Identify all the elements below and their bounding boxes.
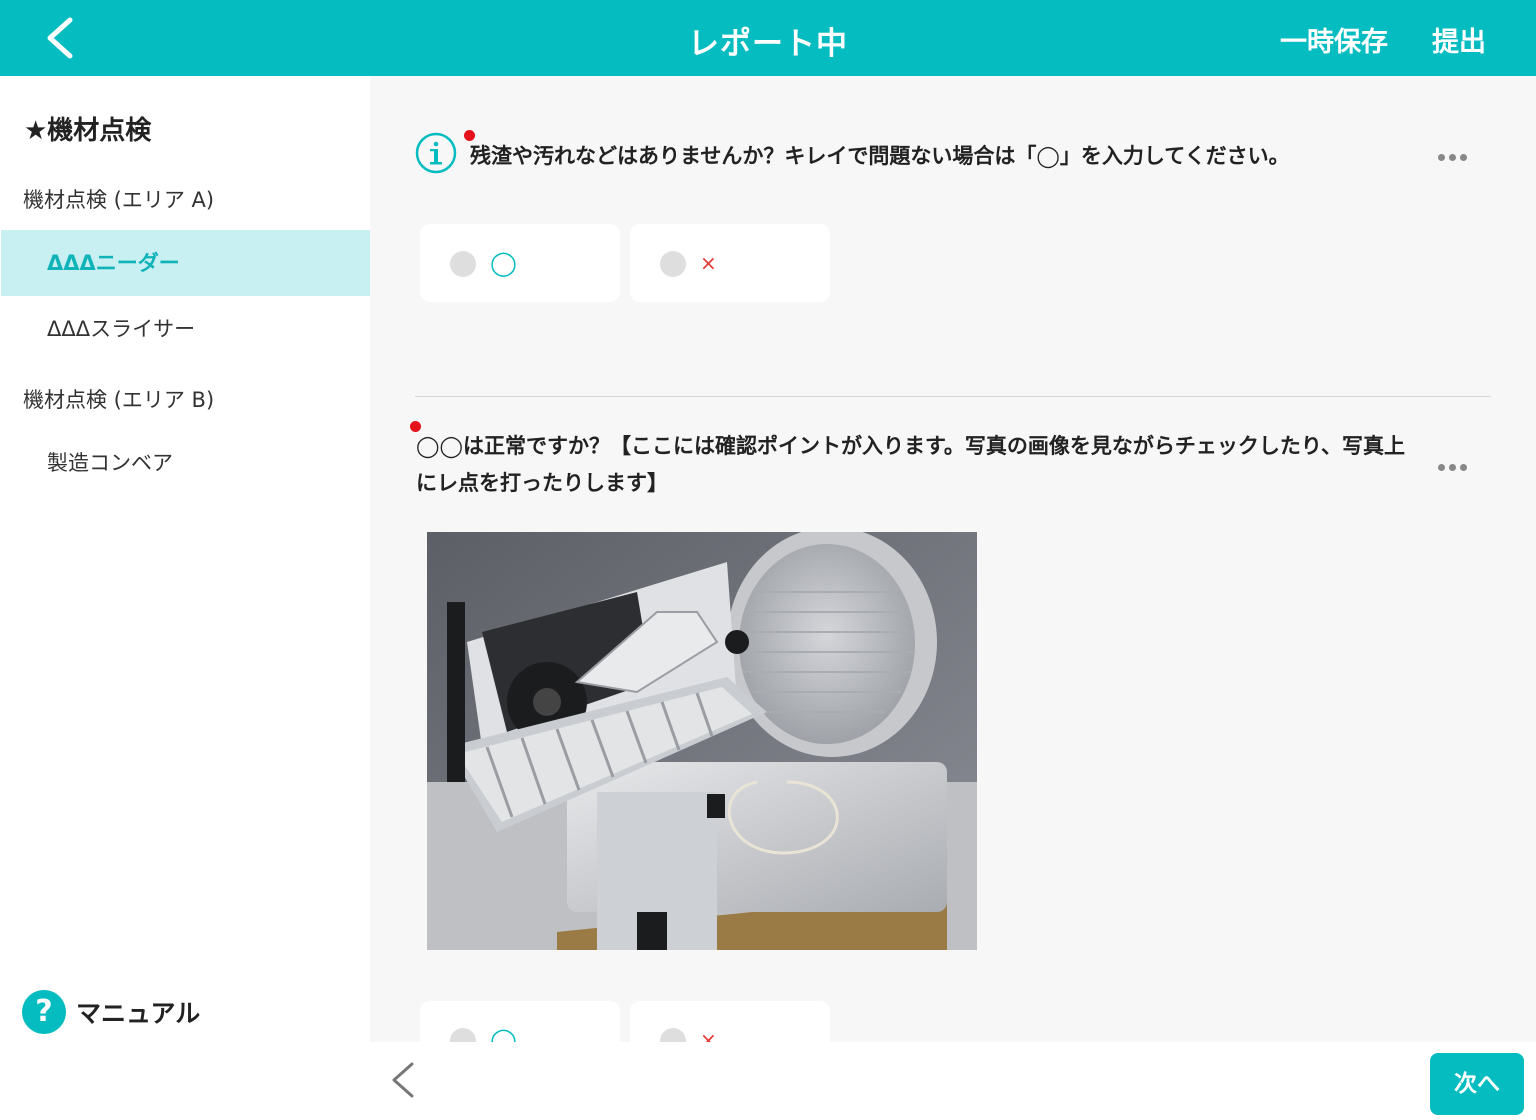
submit-button[interactable]: 提出 <box>1432 20 1486 59</box>
radio-button[interactable] <box>450 251 476 277</box>
divider <box>415 396 1491 397</box>
radio-button[interactable] <box>660 251 686 277</box>
manual-label: マニュアル <box>76 999 201 1028</box>
more-options-icon[interactable] <box>1438 146 1474 166</box>
help-icon: ? <box>22 990 66 1034</box>
radio-button[interactable] <box>450 1028 476 1042</box>
option-cross[interactable]: × <box>630 1001 830 1042</box>
option-label: ◯ <box>490 249 517 277</box>
sidebar-item-slicer[interactable]: ΔΔΔスライサー <box>1 296 370 362</box>
temp-save-button[interactable]: 一時保存 <box>1280 20 1388 59</box>
next-button[interactable]: 次へ <box>1430 1053 1524 1115</box>
previous-chevron-icon[interactable] <box>388 1060 418 1100</box>
bottom-nav-bar: 次へ <box>370 1042 1536 1120</box>
manual-link[interactable]: ? マニュアル <box>22 990 200 1034</box>
option-circle[interactable]: ◯ <box>420 224 620 302</box>
option-circle[interactable]: ◯ <box>420 1001 620 1042</box>
option-label: ◯ <box>490 1026 517 1042</box>
sidebar: ★機材点検 機材点検 (エリア A) ΔΔΔニーダー ΔΔΔスライサー 機材点検… <box>0 76 370 1120</box>
option-cross[interactable]: × <box>630 224 830 302</box>
info-icon[interactable] <box>415 132 457 174</box>
sidebar-group-area-a: 機材点検 (エリア A) <box>23 188 215 212</box>
option-label: × <box>700 251 717 275</box>
radio-button[interactable] <box>660 1028 686 1042</box>
question-text: ◯◯は正常ですか？【ここには確認ポイントが入ります。写真の画像を見ながらチェック… <box>416 434 1406 495</box>
option-label: × <box>700 1028 717 1042</box>
sidebar-item-kneader[interactable]: ΔΔΔニーダー <box>1 230 370 296</box>
sidebar-item-conveyor[interactable]: 製造コンベア <box>1 430 370 496</box>
sidebar-section-title: ★機材点検 <box>24 116 152 146</box>
main-content[interactable]: 残渣や汚れなどはありませんか？キレイで問題ない場合は「◯」を入力してください。 … <box>370 76 1536 1042</box>
top-bar: レポート中 一時保存 提出 <box>0 0 1536 76</box>
more-options-icon[interactable] <box>1438 456 1474 476</box>
slicer-photo[interactable] <box>427 527 977 950</box>
question-text: 残渣や汚れなどはありませんか？キレイで問題ない場合は「◯」を入力してください。 <box>470 144 1290 168</box>
sidebar-group-area-b: 機材点検 (エリア B) <box>23 388 215 412</box>
